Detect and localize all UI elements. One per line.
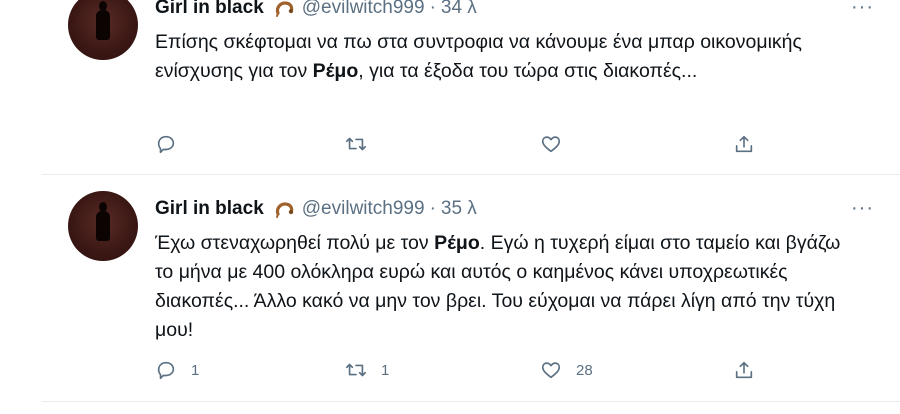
avatar-figure [96, 202, 110, 241]
handle[interactable]: @evilwitch999 [302, 0, 425, 19]
share-icon [735, 135, 753, 153]
tweet[interactable]: Girl in black @evilwitch999 · 35 λ ··· Έ… [42, 175, 900, 401]
tweet-header: Girl in black @evilwitch999 · 34 λ [155, 0, 880, 22]
tweet-text: Επίσης σκέφτομαι να πω στα συντροφια να … [155, 28, 855, 86]
more-icon[interactable]: ··· [851, 0, 874, 19]
retweet-icon [346, 137, 366, 151]
snake-ring-emoji-icon [274, 0, 296, 18]
snake-ring-emoji-icon [274, 201, 296, 219]
share-button[interactable] [733, 359, 755, 381]
retweet-button[interactable] [345, 133, 381, 155]
handle[interactable]: @evilwitch999 [302, 198, 425, 220]
reply-count: 1 [191, 361, 200, 379]
like-button[interactable] [540, 133, 576, 155]
retweet-count: 1 [381, 361, 390, 379]
tweet-text-part: , για τα έξοδα του τώρα στις διακοπές... [358, 60, 698, 82]
tweet-header: Girl in black @evilwitch999 · 35 λ [155, 195, 880, 223]
share-icon [735, 361, 753, 379]
timeline: Girl in black @evilwitch999 · 34 λ ··· Ε… [42, 0, 900, 414]
tweet-actions: 1 1 28 [155, 359, 775, 385]
like-button[interactable]: 28 [540, 359, 593, 381]
avatar[interactable] [68, 0, 138, 60]
separator-dot: · [429, 0, 436, 18]
separator-dot: · [429, 198, 436, 219]
retweet-button[interactable]: 1 [345, 359, 389, 381]
reply-icon [157, 135, 175, 154]
more-icon[interactable]: ··· [851, 197, 874, 220]
tweet-text: Έχω στεναχωρηθεί πολύ με τον Ρέμο. Εγώ η… [155, 229, 855, 345]
display-name[interactable]: Girl in black [155, 198, 264, 220]
heart-icon [541, 136, 561, 153]
reply-icon [157, 361, 175, 380]
display-name[interactable]: Girl in black [155, 0, 264, 19]
share-button[interactable] [733, 133, 755, 155]
retweet-icon [346, 363, 366, 377]
like-count: 28 [576, 361, 593, 379]
timestamp[interactable]: 35 λ [441, 198, 477, 220]
heart-icon [541, 362, 561, 379]
avatar[interactable] [68, 191, 138, 261]
divider [42, 401, 900, 402]
mention-bold: Ρέμο [312, 60, 359, 82]
tweet-content: Girl in black @evilwitch999 · 35 λ ··· Έ… [155, 195, 880, 345]
reply-button[interactable] [155, 133, 191, 155]
timestamp[interactable]: 34 λ [441, 0, 477, 19]
reply-button[interactable]: 1 [155, 359, 199, 381]
tweet-text-part: Έχω στεναχωρηθεί πολύ με τον [155, 232, 435, 254]
tweet[interactable]: Girl in black @evilwitch999 · 34 λ ··· Ε… [42, 0, 900, 175]
tweet-content: Girl in black @evilwitch999 · 34 λ ··· Ε… [155, 0, 880, 86]
avatar-figure [96, 1, 110, 40]
mention-bold: Ρέμο [434, 232, 480, 254]
tweet-actions [155, 133, 775, 159]
